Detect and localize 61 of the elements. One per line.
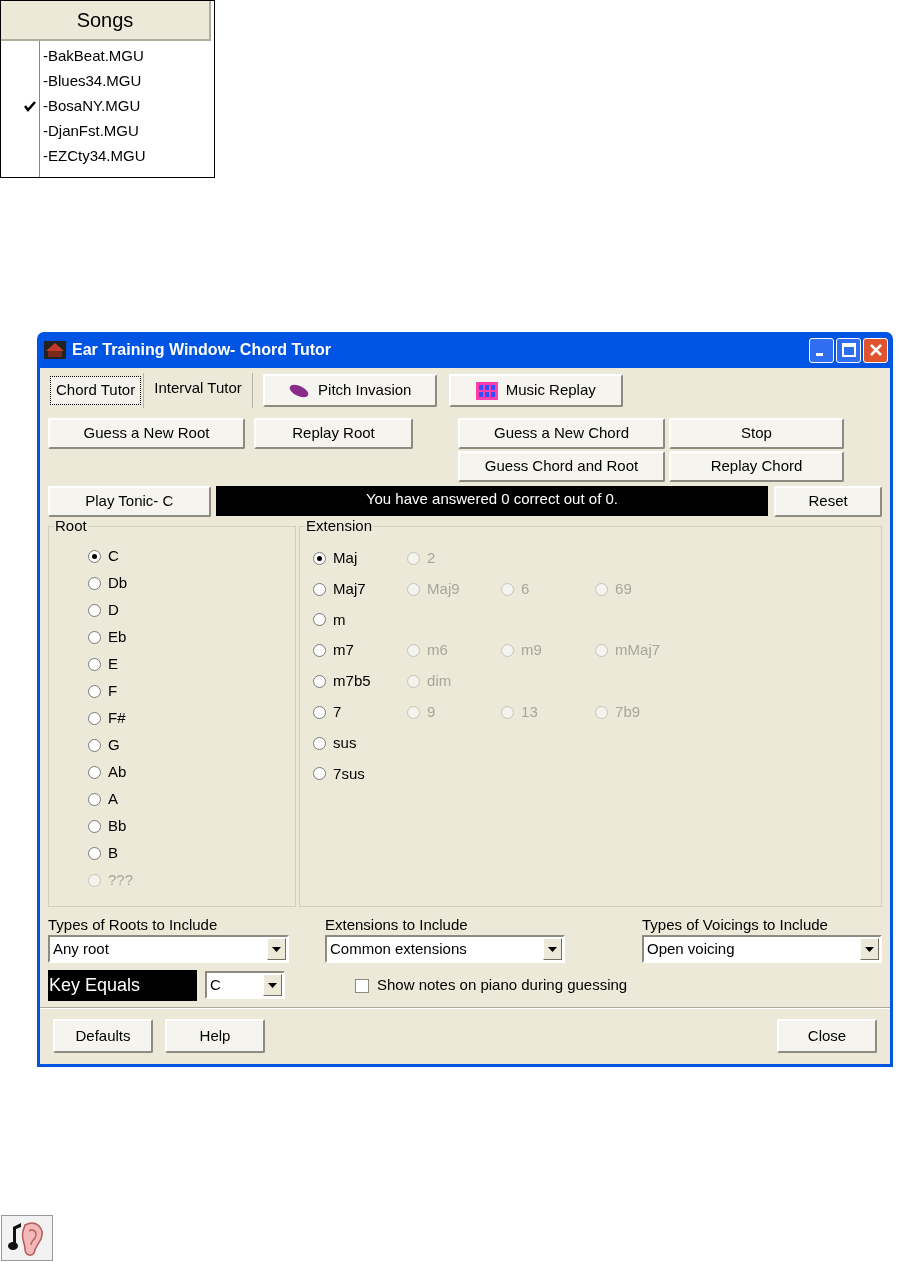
menu-item[interactable]: -DjanFst.MGU	[43, 119, 214, 144]
field-label: Types of Voicings to Include	[642, 915, 829, 935]
dropdown[interactable]: Open voicing	[642, 935, 882, 963]
radio-option[interactable]: Eb	[88, 624, 296, 651]
close-icon	[867, 342, 884, 358]
radio-option[interactable]: m7	[313, 639, 408, 662]
radio-option[interactable]: D	[88, 597, 296, 624]
radio-option[interactable]: m7b5	[313, 670, 408, 693]
window-title: Ear Training Window- Chord Tutor	[72, 340, 333, 360]
tab[interactable]: Interval Tutor	[143, 373, 253, 408]
radio-option[interactable]: m	[313, 608, 408, 632]
radio-option[interactable]: Ab	[88, 759, 296, 786]
footer-button[interactable]: Close	[777, 1019, 877, 1053]
tool-button[interactable]: Pitch Invasion	[262, 374, 437, 407]
radio-option[interactable]: 7sus	[313, 762, 408, 786]
radio-option[interactable]: C	[88, 543, 296, 570]
field-label: Extensions to Include	[325, 915, 469, 935]
field-label: Types of Roots to Include	[48, 915, 219, 935]
menu-header[interactable]: Songs	[1, 1, 211, 41]
radio-option[interactable]: Maj7	[313, 577, 408, 601]
menu-item[interactable]: -EZCty34.MGU	[43, 144, 214, 169]
key-label: Key Equals	[48, 969, 197, 1001]
action-button[interactable]: Replay Chord	[669, 451, 844, 482]
checkbox-option[interactable]: Show notes on piano during guessing	[355, 974, 628, 997]
key-dropdown[interactable]: C	[205, 971, 285, 999]
dropdown[interactable]: Common extensions	[325, 935, 565, 963]
radio-option[interactable]: sus	[313, 731, 408, 755]
score-display: You have answered 0 correct out of 0.	[215, 486, 769, 516]
radio-option[interactable]: G	[88, 732, 296, 759]
close-button[interactable]	[863, 337, 888, 363]
maximize-icon	[840, 342, 857, 358]
radio-option[interactable]: A	[88, 786, 296, 813]
dropdown[interactable]: Any root	[48, 935, 289, 963]
menu-item[interactable]: -BosaNY.MGU	[43, 94, 214, 119]
radio-option[interactable]: Bb	[88, 813, 296, 840]
app-icon	[44, 339, 66, 361]
radio-option[interactable]: 7	[313, 701, 408, 724]
grid-icon	[475, 381, 498, 400]
footer-button[interactable]: Help	[165, 1019, 265, 1053]
tab[interactable]: Chord Tutor	[50, 376, 142, 405]
maximize-button[interactable]	[836, 337, 861, 363]
tool-button[interactable]: Music Replay	[448, 374, 623, 407]
action-button[interactable]: Guess a New Chord	[458, 418, 665, 449]
minimize-button[interactable]	[809, 337, 834, 363]
play-tonic-button[interactable]: Play Tonic- C	[48, 485, 211, 517]
action-button[interactable]: Replay Root	[254, 418, 413, 449]
radio-option[interactable]: Db	[88, 570, 296, 597]
action-button[interactable]: Guess Chord and Root	[458, 451, 665, 482]
menu-item[interactable]: -Blues34.MGU	[43, 69, 214, 94]
action-button[interactable]: Guess a New Root	[48, 418, 245, 449]
minimize-icon	[816, 352, 823, 356]
radio-option[interactable]: B	[88, 840, 296, 867]
footer-button[interactable]: Defaults	[53, 1019, 153, 1053]
reset-button[interactable]: Reset	[774, 485, 882, 517]
radio-option[interactable]: F	[88, 678, 296, 705]
radio-option[interactable]: E	[88, 651, 296, 678]
ear-icon	[1, 1215, 53, 1261]
radio-option[interactable]: F#	[88, 705, 296, 732]
action-button[interactable]: Stop	[669, 418, 844, 449]
menu-item[interactable]: -BakBeat.MGU	[43, 44, 214, 69]
radio-option[interactable]: Maj	[313, 547, 408, 570]
